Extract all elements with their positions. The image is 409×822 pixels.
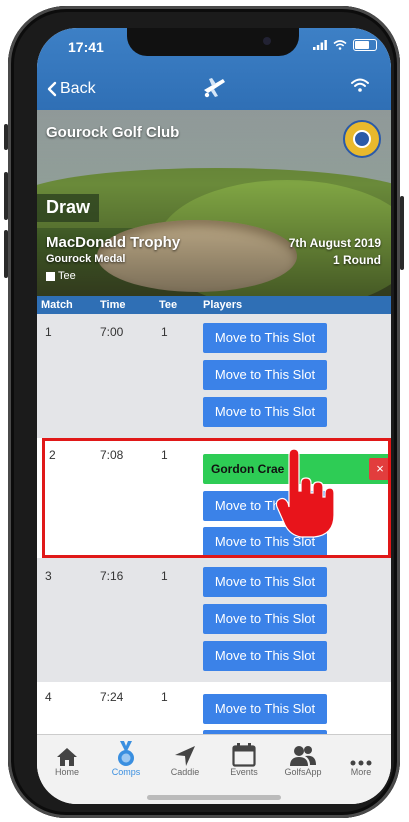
notch bbox=[127, 28, 299, 56]
header-tee: Tee bbox=[159, 299, 178, 311]
move-to-slot-button[interactable]: Move to This Slot bbox=[203, 397, 327, 427]
competition-rounds: 1 Round bbox=[333, 253, 381, 267]
competition-header: Gourock Golf Club Draw MacDonald Trophy … bbox=[37, 110, 391, 296]
phone-frame: 17:41 Back Gourock Golf Club Draw MacDon… bbox=[4, 6, 404, 818]
tab-label: Caddie bbox=[170, 767, 200, 777]
move-to-slot-button[interactable]: Move to This Slot bbox=[203, 360, 327, 390]
volume-down-button bbox=[4, 230, 8, 278]
tee-legend: Tee bbox=[46, 270, 76, 282]
front-camera bbox=[263, 37, 271, 45]
wifi-status-icon bbox=[333, 40, 347, 50]
chevron-left-icon bbox=[47, 81, 57, 97]
location-arrow-icon bbox=[175, 746, 195, 766]
mute-switch bbox=[4, 124, 8, 150]
back-button[interactable]: Back bbox=[47, 80, 96, 98]
header-match: Match bbox=[41, 299, 73, 311]
more-icon bbox=[350, 760, 372, 766]
tab-label: More bbox=[350, 767, 372, 777]
table-row: 1 7:00 1 Move to This Slot Move to This … bbox=[37, 314, 391, 438]
medal-icon bbox=[118, 741, 134, 766]
tee-time: 7:16 bbox=[100, 569, 124, 583]
status-time: 17:41 bbox=[68, 39, 104, 55]
table-row: 4 7:24 1 Move to This Slot Move to This … bbox=[37, 682, 391, 760]
competition-date: 7th August 2019 bbox=[288, 236, 381, 250]
tab-comps[interactable]: Comps bbox=[96, 741, 156, 777]
tee-number: 1 bbox=[161, 325, 168, 339]
move-to-slot-button[interactable]: Move to This Slot bbox=[203, 694, 327, 724]
tab-golfsapp[interactable]: GolfsApp bbox=[273, 741, 333, 777]
table-row: 3 7:16 1 Move to This Slot Move to This … bbox=[37, 558, 391, 682]
wifi-icon[interactable] bbox=[351, 78, 369, 92]
home-indicator bbox=[147, 795, 281, 800]
tee-legend-label: Tee bbox=[58, 270, 76, 282]
move-to-slot-button[interactable]: Move to This Slot bbox=[203, 604, 327, 634]
tab-label: Home bbox=[54, 767, 79, 777]
calendar-icon bbox=[232, 743, 256, 767]
club-badge-icon bbox=[343, 120, 381, 158]
tab-label: GolfsApp bbox=[284, 767, 322, 777]
move-to-slot-button[interactable]: Move to This Slot bbox=[203, 641, 327, 671]
tab-events[interactable]: Events bbox=[214, 741, 274, 777]
section-label: Draw bbox=[37, 194, 100, 222]
status-icons bbox=[313, 39, 377, 51]
tee-time: 7:00 bbox=[100, 325, 124, 339]
move-to-slot-button[interactable]: Move to This Slot bbox=[203, 567, 327, 597]
back-label: Back bbox=[60, 80, 96, 97]
table-header: Match Time Tee Players bbox=[37, 296, 391, 314]
volume-up-button bbox=[4, 172, 8, 220]
power-button bbox=[400, 196, 404, 270]
tee-swatch-icon bbox=[46, 271, 55, 281]
competition-subname: Gourock Medal bbox=[46, 253, 126, 265]
app-screen: 17:41 Back Gourock Golf Club Draw MacDon… bbox=[37, 28, 391, 804]
tab-label: Events bbox=[230, 767, 258, 777]
tab-label: Comps bbox=[111, 767, 141, 777]
move-to-slot-button[interactable]: Move to This Slot bbox=[203, 323, 327, 353]
match-number: 4 bbox=[45, 690, 52, 704]
tee-time: 7:24 bbox=[100, 690, 124, 704]
users-icon bbox=[290, 746, 316, 766]
battery-icon bbox=[353, 39, 377, 51]
match-number: 3 bbox=[45, 569, 52, 583]
tab-bar: Home Comps Caddie Events GolfsApp More bbox=[37, 734, 391, 804]
competition-name: MacDonald Trophy bbox=[46, 234, 181, 251]
tab-more[interactable]: More bbox=[331, 741, 391, 777]
match-number: 1 bbox=[45, 325, 52, 339]
tab-home[interactable]: Home bbox=[37, 741, 97, 777]
tab-caddie[interactable]: Caddie bbox=[155, 741, 215, 777]
header-players: Players bbox=[203, 299, 243, 311]
selected-row-highlight bbox=[42, 438, 391, 558]
tee-number: 1 bbox=[161, 569, 168, 583]
club-name: Gourock Golf Club bbox=[46, 124, 180, 141]
home-icon bbox=[57, 748, 77, 766]
signal-icon bbox=[313, 40, 327, 50]
pointer-hand-icon bbox=[276, 448, 335, 538]
header-time: Time bbox=[100, 299, 126, 311]
golfsapp-logo-icon bbox=[204, 78, 225, 98]
tee-number: 1 bbox=[161, 690, 168, 704]
